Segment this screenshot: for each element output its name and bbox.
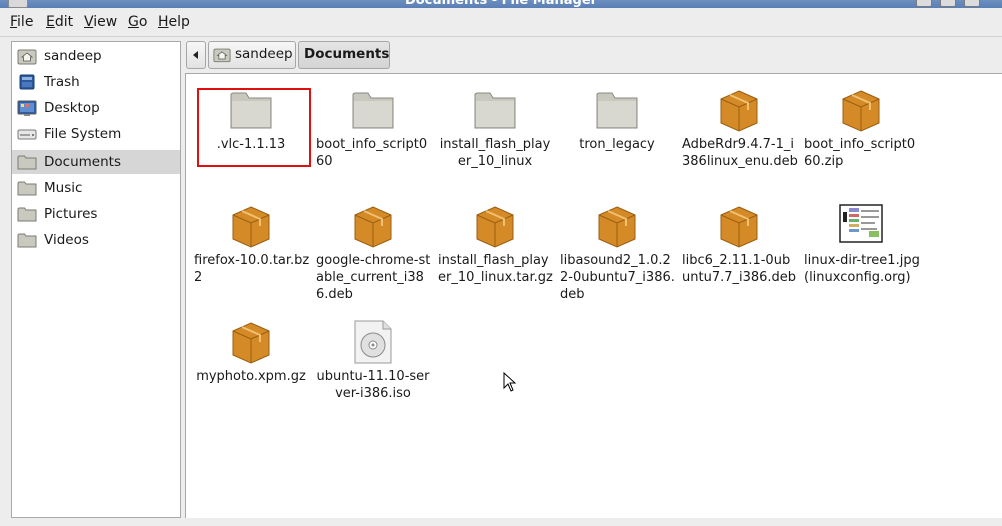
file-name: .vlc-1.1.13	[216, 137, 286, 152]
package-icon	[842, 90, 880, 132]
path-button-home[interactable]: sandeep	[208, 41, 296, 69]
file-item[interactable]: install_flash_player_10_linux	[436, 74, 554, 184]
sidebar-item-label: File System	[44, 126, 122, 142]
image-thumbnail-icon	[839, 204, 883, 243]
maximize-button[interactable]	[940, 0, 956, 7]
file-item[interactable]: ubuntu-11.10-server-i386.iso	[314, 306, 432, 416]
file-item[interactable]: firefox-10.0.tar.bz2	[192, 190, 310, 300]
file-name: boot_info_script060.zip	[804, 137, 916, 169]
file-name: firefox-10.0.tar.bz2	[194, 253, 310, 285]
window-title: Documents - File Manager	[404, 0, 598, 8]
file-item[interactable]: libc6_2.11.1-0ubuntu7.7_i386.deb	[680, 190, 798, 300]
status-bar	[0, 518, 1002, 526]
title-bar: Documents - File Manager	[0, 0, 1002, 8]
places-sidebar: sandeep Trash Desktop File System Docume…	[11, 41, 181, 518]
package-icon	[720, 90, 758, 132]
desktop-icon	[17, 100, 37, 116]
left-arrow-icon	[193, 51, 198, 59]
file-item[interactable]: boot_info_script060.zip	[802, 74, 920, 184]
path-home-label: sandeep	[235, 46, 293, 62]
file-item[interactable]: AdbeRdr9.4.7-1_i386linux_enu.deb	[680, 74, 798, 184]
folder-icon	[17, 181, 37, 196]
menu-file[interactable]: File	[10, 14, 33, 30]
mouse-pointer-icon	[503, 372, 517, 392]
file-name: myphoto.xpm.gz	[196, 369, 306, 384]
folder-icon	[474, 92, 516, 129]
menu-go[interactable]: Go	[128, 14, 147, 30]
sidebar-item-home[interactable]: sandeep	[12, 44, 180, 68]
sidebar-item-label: Documents	[44, 154, 121, 170]
file-item[interactable]: tron_legacy	[558, 74, 676, 184]
folder-icon	[17, 233, 37, 248]
package-icon	[232, 322, 270, 364]
file-icon-view: .vlc-1.1.13 boot_info_script060 install_…	[185, 73, 1002, 519]
sidebar-item-music[interactable]: Music	[12, 176, 180, 200]
sidebar-item-desktop[interactable]: Desktop	[12, 96, 180, 120]
file-name: install_flash_player_10_linux	[439, 137, 551, 169]
close-button[interactable]	[964, 0, 980, 7]
folder-icon	[230, 92, 272, 129]
sidebar-item-documents[interactable]: Documents	[12, 150, 180, 174]
file-item[interactable]: myphoto.xpm.gz	[192, 306, 310, 416]
file-item[interactable]: boot_info_script060	[314, 74, 432, 184]
folder-icon	[596, 92, 638, 129]
sidebar-item-filesystem[interactable]: File System	[12, 122, 180, 146]
menu-view[interactable]: View	[84, 14, 117, 30]
trash-icon	[19, 74, 35, 90]
file-name: tron_legacy	[579, 137, 655, 152]
folder-icon	[17, 207, 37, 222]
sidebar-item-videos[interactable]: Videos	[12, 228, 180, 252]
folder-icon	[352, 92, 394, 129]
minimize-button[interactable]	[916, 0, 932, 7]
disc-image-icon	[354, 320, 392, 364]
package-icon	[476, 206, 514, 248]
drive-icon	[17, 129, 37, 140]
folder-icon	[17, 155, 37, 170]
sidebar-item-label: Videos	[44, 232, 89, 248]
file-item[interactable]: google-chrome-stable_current_i386.deb	[314, 190, 432, 302]
sidebar-item-label: sandeep	[44, 48, 102, 64]
sidebar-item-pictures[interactable]: Pictures	[12, 202, 180, 226]
home-folder-icon	[17, 49, 37, 65]
sidebar-item-label: Music	[44, 180, 83, 196]
package-icon	[354, 206, 392, 248]
file-item[interactable]: linux-dir-tree1.jpg (linuxconfig.org)	[802, 190, 920, 300]
file-item[interactable]: .vlc-1.1.13	[192, 74, 311, 184]
package-icon	[232, 206, 270, 248]
sidebar-item-trash[interactable]: Trash	[12, 70, 180, 94]
file-name: linux-dir-tree1.jpg (linuxconfig.org)	[804, 253, 920, 285]
file-name: boot_info_script060	[316, 137, 428, 169]
menu-help[interactable]: Help	[158, 14, 190, 30]
sidebar-item-label: Pictures	[44, 206, 98, 222]
menu-edit[interactable]: Edit	[46, 14, 73, 30]
package-icon	[720, 206, 758, 248]
file-name: google-chrome-stable_current_i386.deb	[316, 253, 431, 302]
path-button-current[interactable]: Documents	[298, 41, 390, 69]
menu-bar: File Edit View Go Help	[0, 8, 1002, 37]
file-name: install_flash_player_10_linux.tar.gz	[438, 253, 553, 285]
file-name: AdbeRdr9.4.7-1_i386linux_enu.deb	[682, 137, 798, 169]
sidebar-item-label: Desktop	[44, 100, 100, 116]
path-back-button[interactable]	[186, 41, 206, 69]
file-item[interactable]: libasound2_1.0.22-0ubuntu7_i386.deb	[558, 190, 676, 302]
file-name: ubuntu-11.10-server-i386.iso	[316, 369, 430, 401]
file-item[interactable]: install_flash_player_10_linux.tar.gz	[436, 190, 554, 300]
file-name: libc6_2.11.1-0ubuntu7.7_i386.deb	[682, 253, 797, 285]
file-name: libasound2_1.0.22-0ubuntu7_i386.deb	[560, 253, 675, 302]
sidebar-item-label: Trash	[44, 74, 80, 90]
home-folder-icon	[213, 48, 231, 63]
path-current-label: Documents	[304, 46, 390, 62]
package-icon	[598, 206, 636, 248]
